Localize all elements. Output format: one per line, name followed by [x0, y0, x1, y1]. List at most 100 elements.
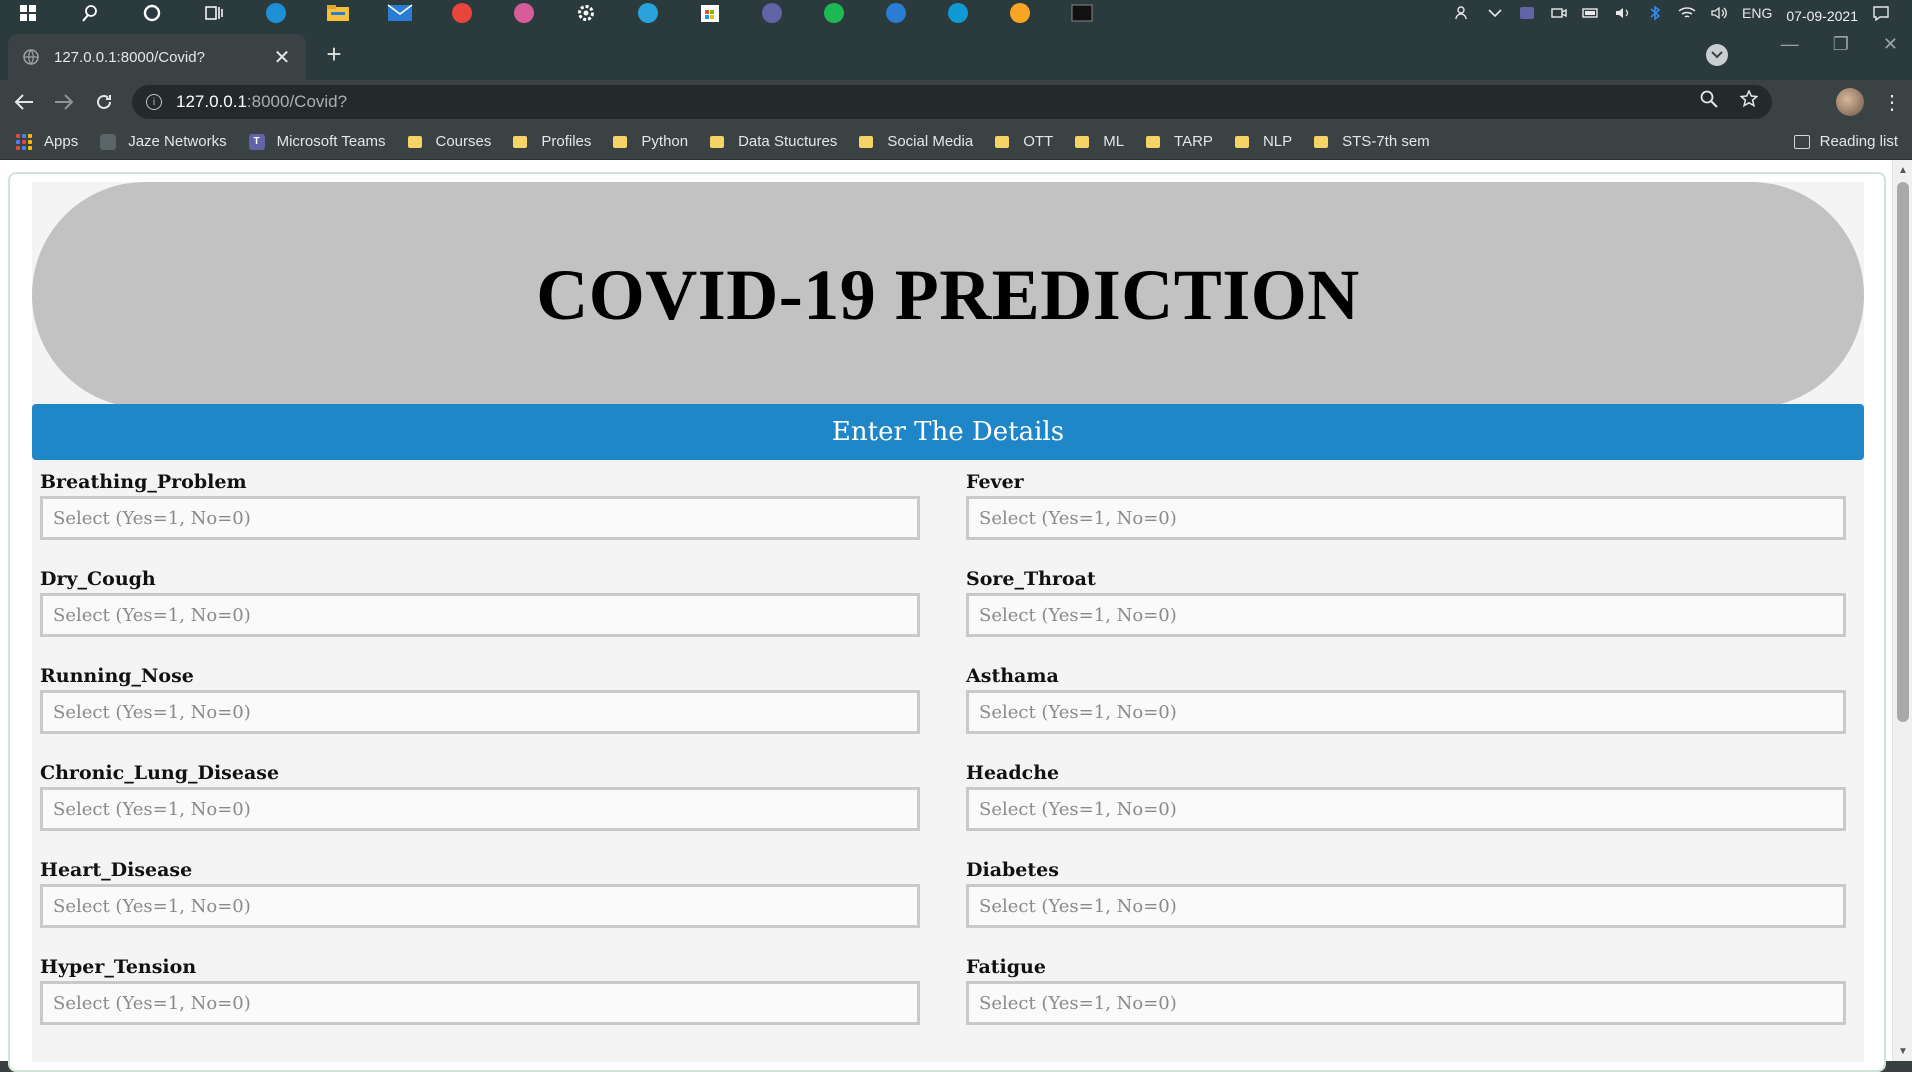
scroll-down-arrow-icon[interactable]: ▼ — [1897, 1045, 1909, 1057]
bookmark-star-icon[interactable] — [1739, 89, 1759, 113]
speaker-icon[interactable] — [1710, 5, 1728, 21]
reload-icon[interactable] — [92, 90, 116, 114]
page-title: COVID-19 PREDICTION — [536, 254, 1360, 335]
scroll-up-arrow-icon[interactable]: ▲ — [1897, 164, 1909, 176]
field-label: Asthama — [966, 665, 1059, 687]
hero-banner: COVID-19 PREDICTION — [32, 182, 1864, 408]
minimize-icon[interactable]: — — [1781, 34, 1799, 55]
globe-icon — [100, 133, 117, 150]
chrome-menu-icon[interactable]: ⋮ — [1882, 90, 1902, 115]
bookmark-label: Data Stuctures — [738, 133, 838, 150]
store-icon[interactable] — [696, 2, 724, 24]
snip-icon[interactable] — [510, 2, 538, 24]
bluetooth-icon[interactable] — [1646, 5, 1664, 21]
field-label: Chronic_Lung_Disease — [40, 762, 280, 784]
field-diabetes: Diabetes Select (Yes=1, No=0) — [966, 858, 1846, 928]
chevron-up-icon[interactable] — [1486, 5, 1504, 21]
spotify-icon[interactable] — [820, 2, 848, 24]
file-explorer-icon[interactable] — [324, 2, 352, 24]
site-info-icon[interactable]: i — [146, 94, 162, 110]
bookmark-nlp[interactable]: NLP — [1234, 133, 1292, 150]
bookmark-data-stuctures[interactable]: Data Stuctures — [710, 133, 837, 150]
field-chronic-lung-disease: Chronic_Lung_Disease Select (Yes=1, No=0) — [40, 761, 920, 831]
notifications-icon[interactable] — [1872, 5, 1890, 21]
bookmark-tarp[interactable]: TARP — [1146, 133, 1213, 150]
breathing-problem-select[interactable]: Select (Yes=1, No=0) — [40, 496, 920, 540]
zoom-icon[interactable] — [1700, 90, 1718, 113]
cortana-icon[interactable] — [138, 2, 166, 24]
bookmark-ott[interactable]: OTT — [995, 133, 1053, 150]
address-bar[interactable]: i 127.0.0.1:8000/Covid? — [132, 85, 1772, 119]
terminal-icon[interactable] — [1068, 2, 1096, 24]
bookmark-label: Profiles — [541, 133, 592, 150]
bookmark-label: Python — [641, 133, 689, 150]
field-label: Running_Nose — [40, 665, 194, 687]
todo-icon[interactable] — [882, 2, 910, 24]
bookmark-microsoft-teams[interactable]: T Microsoft Teams — [248, 133, 386, 150]
chrome-icon[interactable] — [448, 2, 476, 24]
bookmark-sts-7th-sem[interactable]: STS-7th sem — [1314, 133, 1430, 150]
running-nose-select[interactable]: Select (Yes=1, No=0) — [40, 690, 920, 734]
reading-list-button[interactable]: Reading list — [1793, 133, 1898, 150]
task-view-icon[interactable] — [200, 2, 228, 24]
tab-search-icon[interactable] — [1706, 44, 1728, 66]
page-scrollbar[interactable]: ▲ ▼ — [1892, 160, 1912, 1061]
apps-grid-icon — [16, 133, 32, 150]
teams-icon[interactable] — [758, 2, 786, 24]
people-icon[interactable] — [1454, 5, 1472, 21]
skype-icon[interactable] — [944, 2, 972, 24]
mail-icon[interactable] — [386, 2, 414, 24]
clock-date[interactable]: 07-09-2021 — [1786, 8, 1858, 24]
telegram-icon[interactable] — [634, 2, 662, 24]
bookmark-profiles[interactable]: Profiles — [513, 133, 591, 150]
section-header: Enter The Details — [32, 404, 1864, 460]
weather-icon[interactable] — [1006, 2, 1034, 24]
fatigue-select[interactable]: Select (Yes=1, No=0) — [966, 981, 1846, 1025]
close-window-icon[interactable]: ✕ — [1883, 34, 1898, 55]
field-label: Headche — [966, 762, 1060, 784]
browser-tab-active[interactable]: 127.0.0.1:8000/Covid? ✕ — [8, 34, 306, 80]
sore-throat-select[interactable]: Select (Yes=1, No=0) — [966, 593, 1846, 637]
bookmark-jaze-networks[interactable]: Jaze Networks — [100, 133, 227, 150]
bookmark-social-media[interactable]: Social Media — [859, 133, 973, 150]
back-arrow-icon[interactable] — [12, 90, 36, 114]
new-tab-button[interactable]: + — [322, 39, 346, 69]
dry-cough-select[interactable]: Select (Yes=1, No=0) — [40, 593, 920, 637]
windows-start-icon[interactable] — [14, 2, 42, 24]
bookmark-ml[interactable]: ML — [1075, 133, 1124, 150]
battery-icon[interactable] — [1582, 5, 1600, 21]
scroll-thumb[interactable] — [1897, 182, 1909, 722]
bookmark-python[interactable]: Python — [613, 133, 688, 150]
field-running-nose: Running_Nose Select (Yes=1, No=0) — [40, 664, 920, 734]
headche-select[interactable]: Select (Yes=1, No=0) — [966, 787, 1846, 831]
forward-arrow-icon[interactable] — [52, 90, 76, 114]
settings-icon[interactable] — [572, 2, 600, 24]
browser-tab-strip: 127.0.0.1:8000/Covid? ✕ + — ❐ ✕ — [0, 26, 1912, 80]
field-label: Fatigue — [966, 956, 1046, 978]
taskbar-pinned-apps — [0, 2, 1130, 24]
camera-icon[interactable] — [1550, 5, 1568, 21]
close-tab-icon[interactable]: ✕ — [272, 47, 292, 69]
chronic-lung-disease-select[interactable]: Select (Yes=1, No=0) — [40, 787, 920, 831]
folder-icon — [1234, 135, 1249, 148]
diabetes-select[interactable]: Select (Yes=1, No=0) — [966, 884, 1846, 928]
search-icon[interactable] — [76, 2, 104, 24]
bookmark-apps[interactable]: Apps — [16, 133, 78, 150]
bookmark-label: ML — [1103, 133, 1125, 150]
wifi-icon[interactable] — [1678, 5, 1696, 21]
bookmark-courses[interactable]: Courses — [407, 133, 491, 150]
volume-icon[interactable] — [1614, 5, 1632, 21]
reading-list-icon — [1793, 134, 1810, 149]
teams-tray-icon[interactable] — [1518, 5, 1536, 21]
page-viewport: COVID-19 PREDICTION Enter The Details Br… — [0, 160, 1912, 1072]
folder-icon — [407, 135, 422, 148]
heart-disease-select[interactable]: Select (Yes=1, No=0) — [40, 884, 920, 928]
asthama-select[interactable]: Select (Yes=1, No=0) — [966, 690, 1846, 734]
restore-icon[interactable]: ❐ — [1833, 34, 1849, 55]
profile-avatar[interactable] — [1836, 88, 1864, 116]
language-indicator[interactable]: ENG — [1742, 5, 1772, 21]
url-host: 127.0.0.1 — [176, 92, 247, 111]
fever-select[interactable]: Select (Yes=1, No=0) — [966, 496, 1846, 540]
edge-icon[interactable] — [262, 2, 290, 24]
hyper-tension-select[interactable]: Select (Yes=1, No=0) — [40, 981, 920, 1025]
